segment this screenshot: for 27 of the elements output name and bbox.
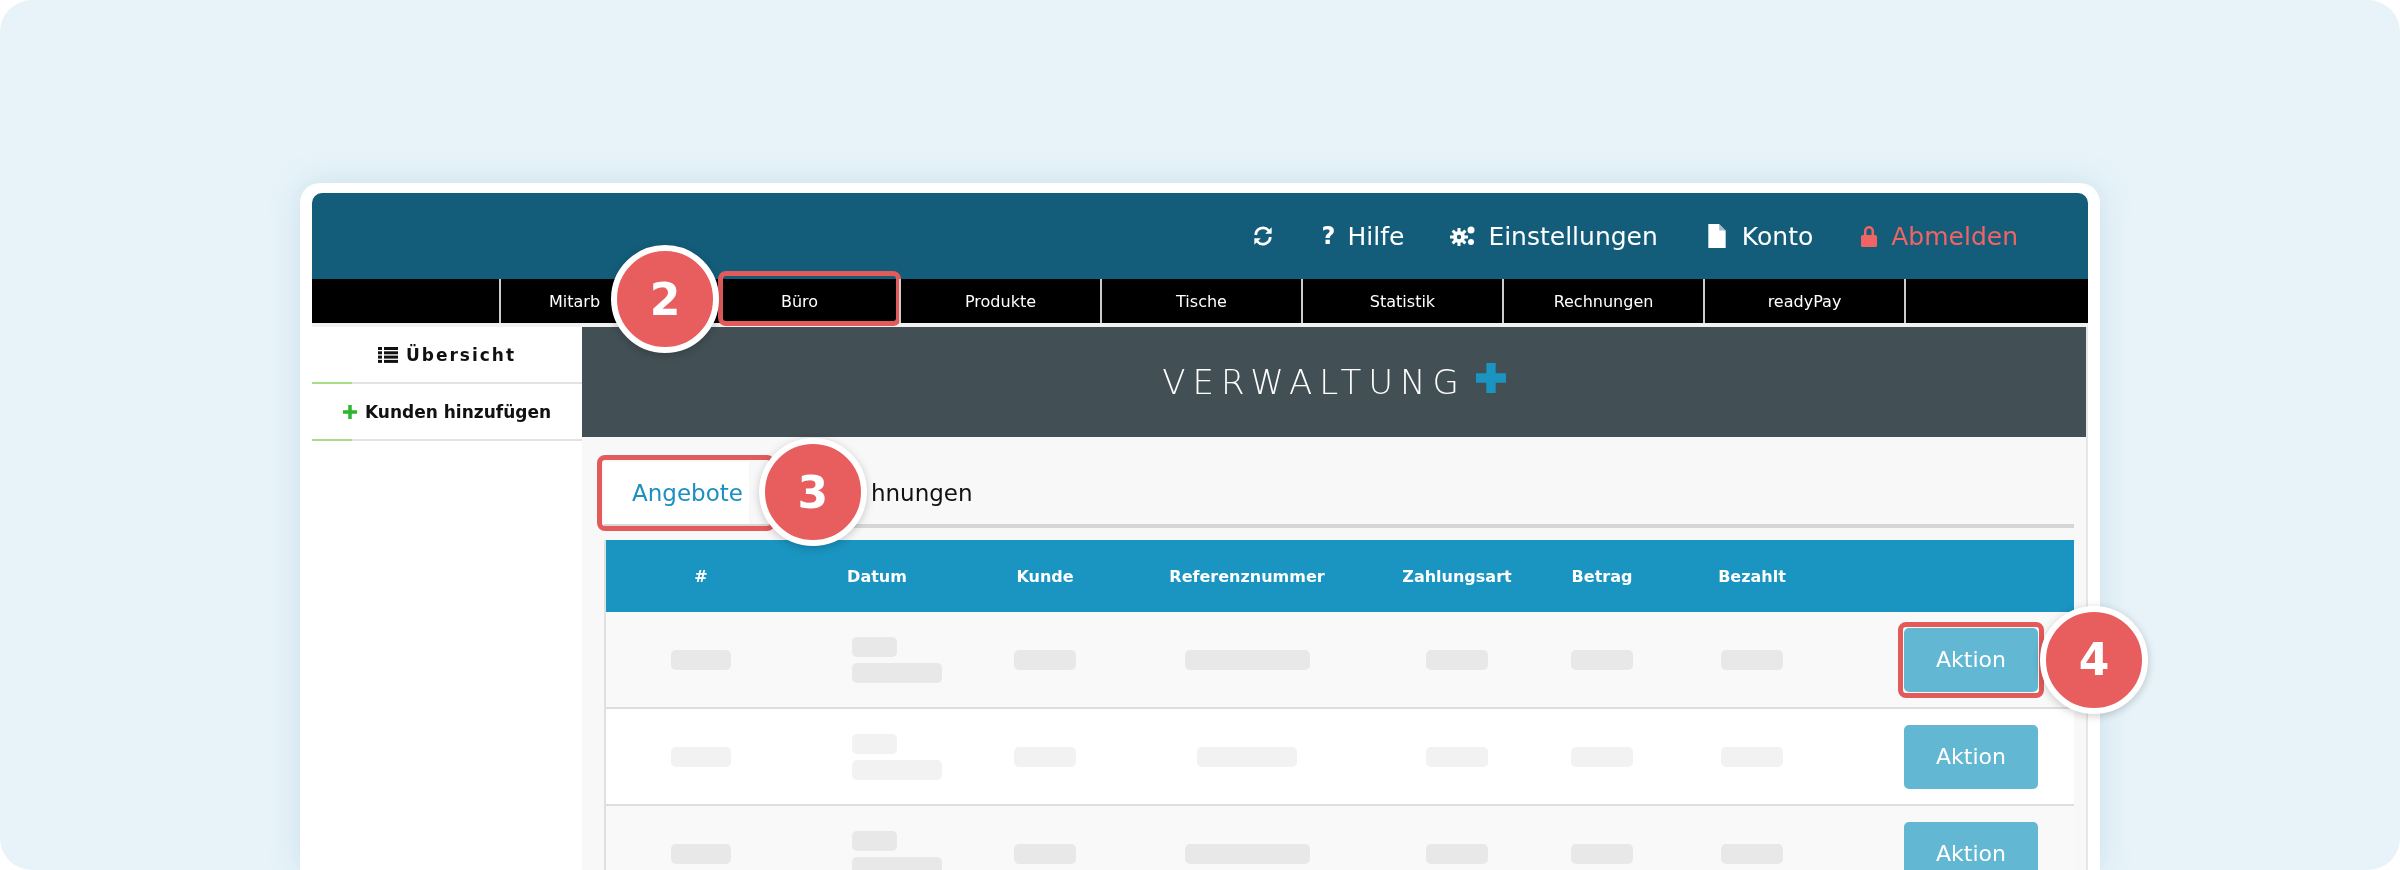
- list-icon: [377, 346, 398, 363]
- column-header: Datum: [846, 566, 908, 586]
- column-header: Kunde: [1015, 566, 1075, 586]
- menu-item[interactable]: readyPay: [1767, 291, 1842, 311]
- column-header: Bezahlt: [1717, 566, 1787, 586]
- page-title: VERWALTUNG: [1162, 362, 1466, 402]
- menu-item[interactable]: Produkte: [964, 291, 1037, 311]
- step-badge: 3: [758, 438, 867, 546]
- menu-item[interactable]: Büro: [780, 291, 819, 311]
- column-header: Referenznummer: [1168, 566, 1326, 586]
- column-header: #: [693, 566, 709, 586]
- lock-icon: [1859, 224, 1880, 248]
- tab[interactable]: Angebote: [604, 462, 749, 524]
- plus-icon: [1475, 363, 1506, 393]
- header-link[interactable]: Konto: [1703, 221, 1814, 251]
- column-header: Betrag: [1570, 566, 1634, 586]
- help-icon: ?: [1321, 222, 1336, 250]
- step-badge: 4: [2040, 605, 2148, 714]
- column-header: Zahlungsart: [1401, 566, 1513, 586]
- menu-item[interactable]: Statistik: [1369, 291, 1436, 311]
- header-link[interactable]: Einstellungen: [1450, 221, 1658, 251]
- header-link[interactable]: ? Hilfe: [1321, 221, 1405, 251]
- menu-item[interactable]: Tische: [1176, 291, 1227, 311]
- menu-item[interactable]: Rechnungen: [1553, 291, 1654, 311]
- plus-icon: [342, 404, 357, 419]
- tab[interactable]: hnungen: [870, 462, 993, 524]
- menu-item[interactable]: Mitarb: [549, 291, 601, 311]
